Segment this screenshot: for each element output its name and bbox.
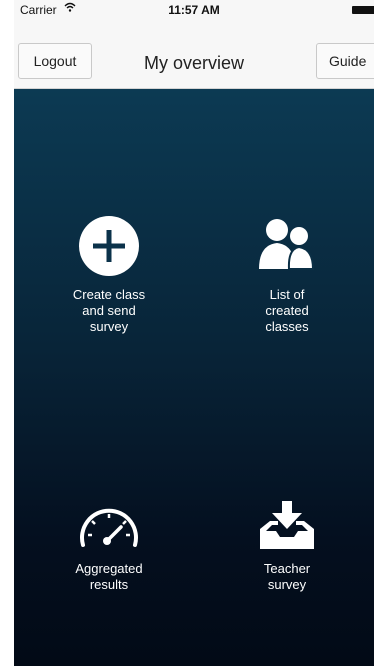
label-line: created — [265, 303, 309, 318]
create-class-label: Create class and send survey — [34, 287, 184, 335]
guide-button[interactable]: Guide — [316, 43, 374, 79]
label-line: and send — [82, 303, 136, 318]
label-line: Teacher — [263, 561, 311, 576]
left-margin — [0, 0, 14, 666]
speedometer-icon — [80, 508, 138, 547]
aggregated-results-tile[interactable]: Aggregated results — [34, 501, 184, 593]
label-line: results — [89, 577, 129, 592]
label-line: Aggregated — [75, 561, 143, 576]
navigation-bar: Logout My overview Guide — [14, 20, 374, 89]
label-line: survey — [267, 577, 307, 592]
plus-circle-icon — [79, 216, 139, 276]
battery-icon — [352, 6, 374, 14]
download-tray-icon — [260, 501, 314, 549]
label-line: classes — [265, 319, 309, 334]
class-list-tile[interactable]: List of created classes — [212, 213, 362, 335]
users-icon — [259, 219, 315, 270]
teacher-survey-tile[interactable]: Teacher survey — [212, 499, 362, 593]
create-class-tile[interactable]: Create class and send survey — [34, 215, 184, 335]
label-line: List of — [269, 287, 305, 302]
phone-screen: Carrier 11:57 AM Logout My overview Guid… — [14, 0, 374, 666]
status-bar: Carrier 11:57 AM — [14, 0, 374, 20]
teacher-survey-label: Teacher survey — [212, 561, 362, 593]
overview-menu: Create class and send survey List of cre… — [14, 89, 374, 666]
label-line: survey — [89, 319, 129, 334]
class-list-label: List of created classes — [212, 287, 362, 335]
label-line: Create class — [72, 287, 146, 302]
status-time: 11:57 AM — [168, 3, 220, 17]
aggregated-results-label: Aggregated results — [34, 561, 184, 593]
